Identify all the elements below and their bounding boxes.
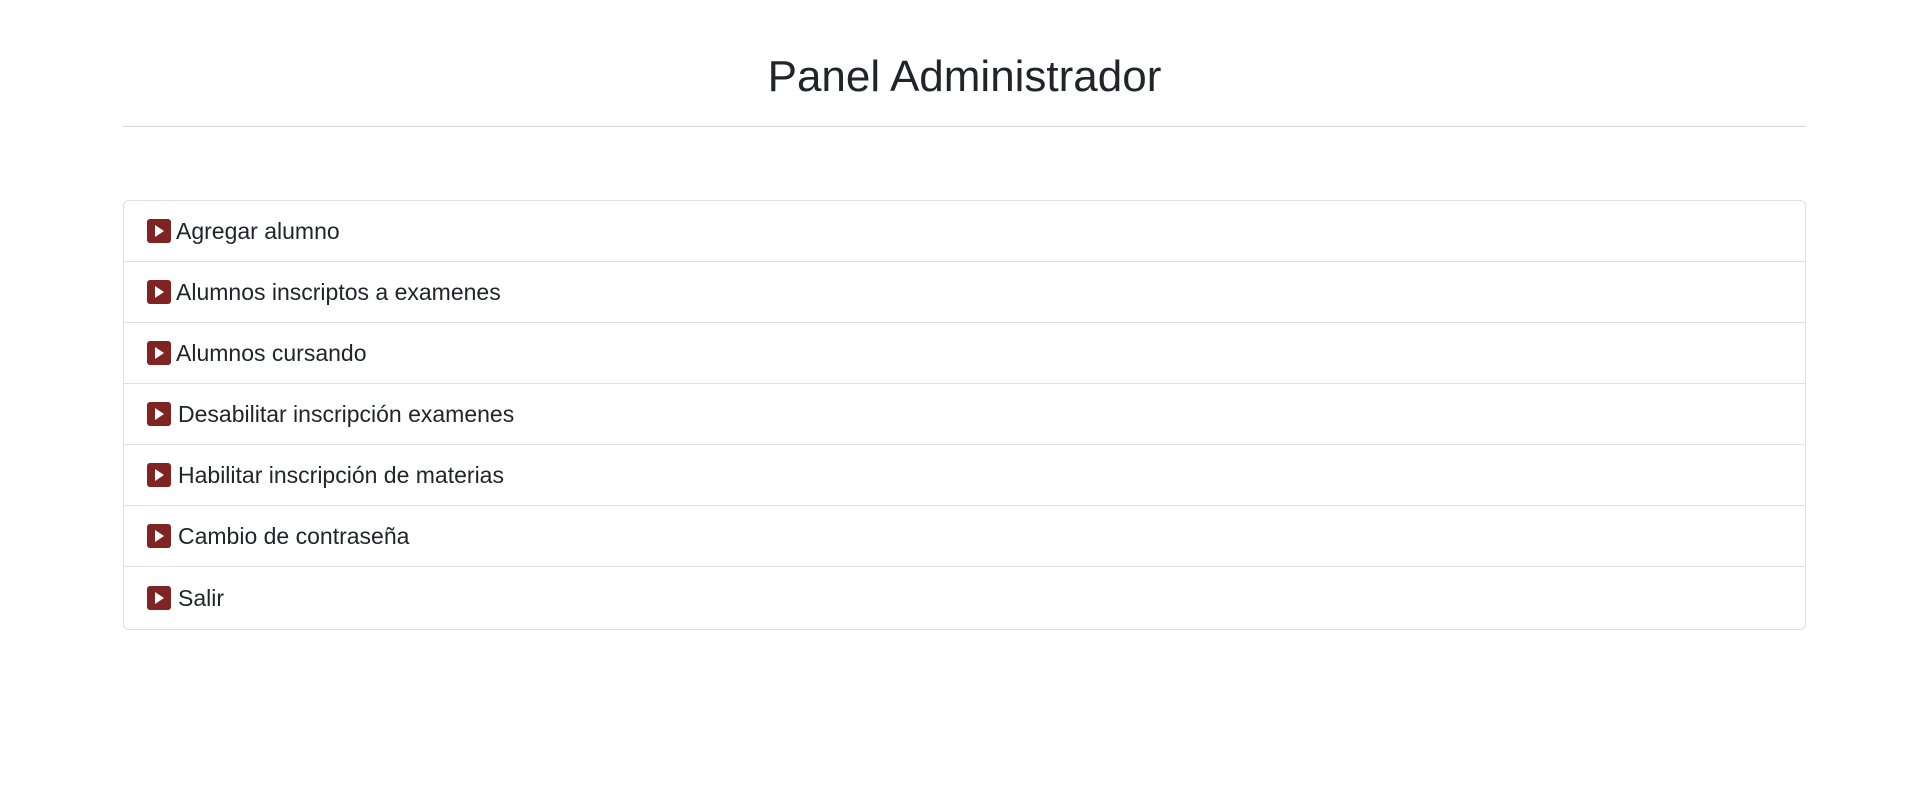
play-icon	[147, 524, 171, 548]
play-icon	[147, 402, 171, 426]
menu-item-agregar-alumno[interactable]: Agregar alumno	[124, 201, 1805, 262]
menu-item-label: Alumnos inscriptos a examenes	[176, 279, 501, 305]
menu-item-desabilitar-examenes[interactable]: Desabilitar inscripción examenes	[124, 384, 1805, 445]
admin-menu: Agregar alumno Alumnos inscriptos a exam…	[123, 200, 1806, 630]
menu-item-label: Habilitar inscripción de materias	[178, 462, 504, 488]
admin-panel-page: Panel Administrador Agregar alumno Alumn…	[0, 0, 1918, 804]
menu-item-salir[interactable]: Salir	[124, 567, 1805, 628]
menu-item-alumnos-cursando[interactable]: Alumnos cursando	[124, 323, 1805, 384]
menu-item-label: Agregar alumno	[176, 218, 340, 244]
menu-item-label: Desabilitar inscripción examenes	[178, 401, 515, 427]
play-icon	[147, 280, 171, 304]
page-title: Panel Administrador	[767, 52, 1162, 101]
play-icon	[147, 463, 171, 487]
menu-item-label: Cambio de contraseña	[178, 523, 410, 549]
menu-item-label: Alumnos cursando	[176, 340, 367, 366]
play-icon	[147, 585, 171, 610]
menu-item-label: Salir	[178, 584, 225, 611]
menu-item-cambio-contrasena[interactable]: Cambio de contraseña	[124, 506, 1805, 567]
page-header: Panel Administrador	[123, 0, 1806, 127]
play-icon	[147, 219, 171, 243]
menu-item-habilitar-materias[interactable]: Habilitar inscripción de materias	[124, 445, 1805, 506]
menu-item-alumnos-inscriptos[interactable]: Alumnos inscriptos a examenes	[124, 262, 1805, 323]
play-icon	[147, 341, 171, 365]
